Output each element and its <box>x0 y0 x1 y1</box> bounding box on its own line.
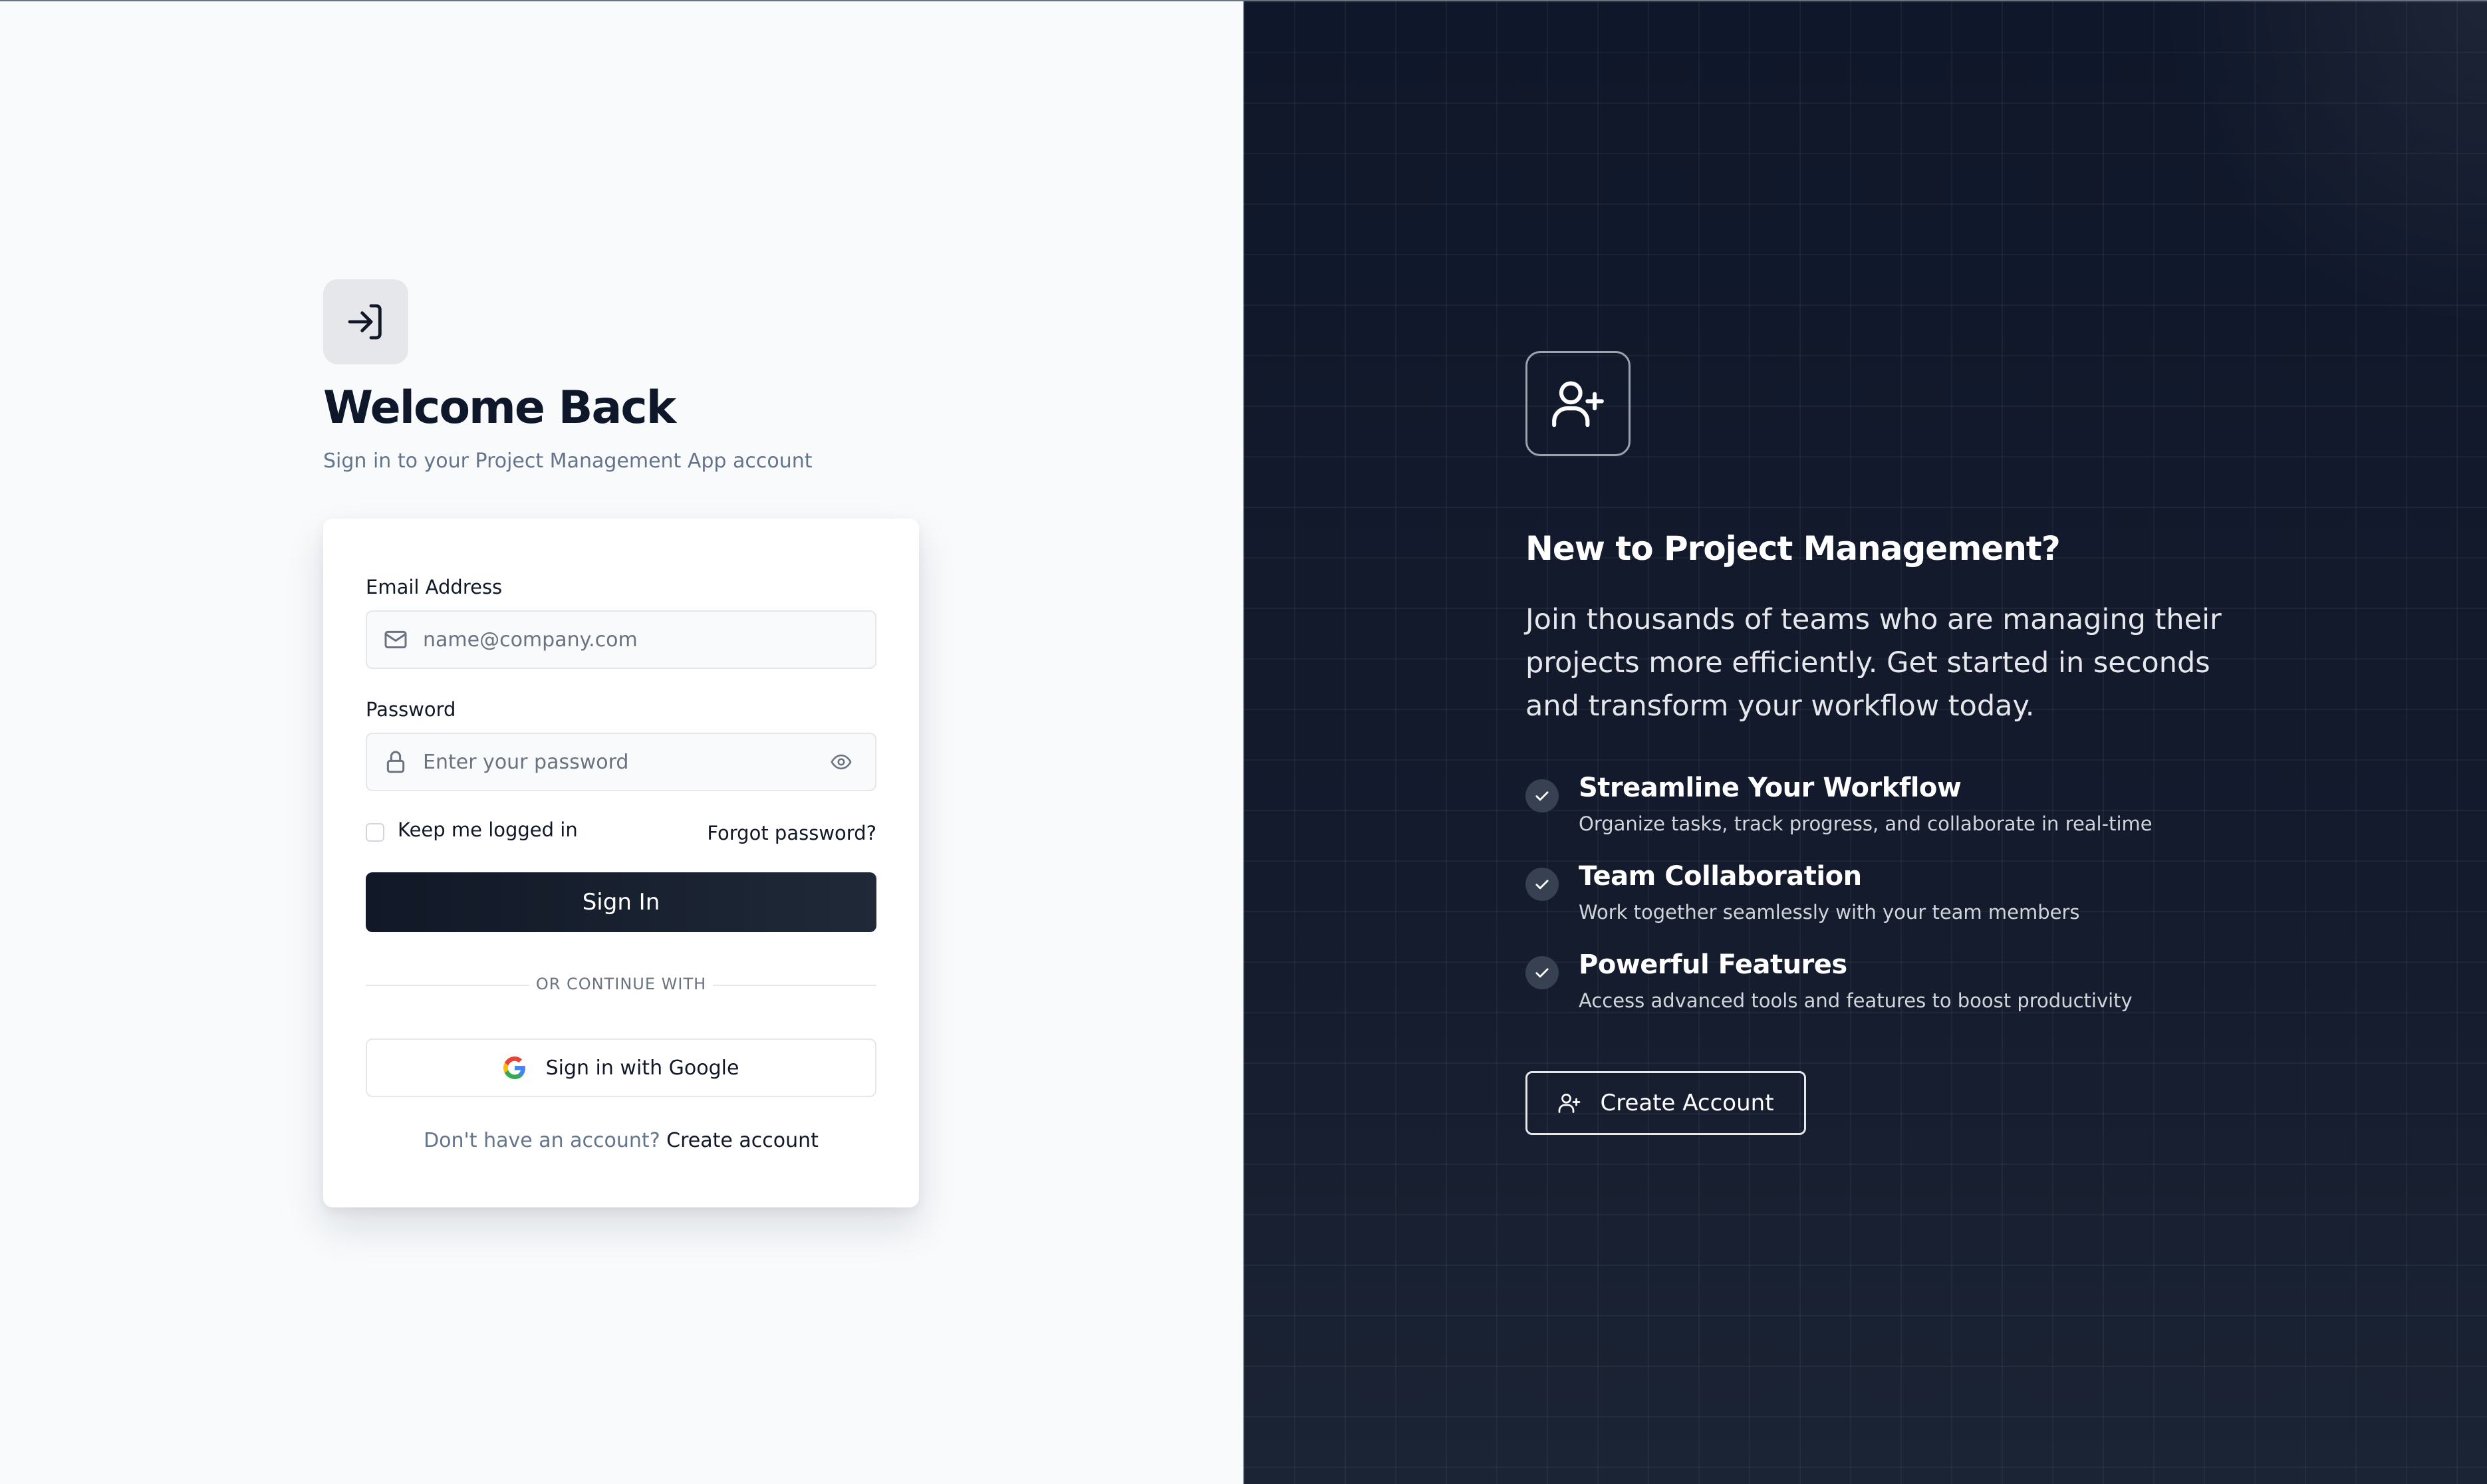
password-label: Password <box>366 698 456 721</box>
check-icon <box>1525 779 1559 812</box>
login-pane: Welcome Back Sign in to your Project Man… <box>0 1 1244 1484</box>
page-title: Welcome Back <box>323 382 676 434</box>
feature-title: Streamline Your Workflow <box>1579 773 1962 803</box>
password-field[interactable] <box>366 733 876 791</box>
check-icon <box>1525 868 1559 901</box>
feature-title: Team Collaboration <box>1579 861 1862 892</box>
check-icon <box>1525 956 1559 989</box>
promo-icon-box <box>1525 351 1631 456</box>
email-field[interactable] <box>366 610 876 669</box>
password-input[interactable] <box>422 733 827 791</box>
feature-title: Powerful Features <box>1579 949 1847 980</box>
create-account-button[interactable]: Create Account <box>1525 1071 1806 1135</box>
remember-checkbox[interactable] <box>366 823 384 842</box>
google-button-label: Sign in with Google <box>545 1056 739 1080</box>
email-input[interactable] <box>422 611 875 668</box>
user-plus-icon <box>1559 1093 1581 1113</box>
create-account-link[interactable]: Create account <box>666 1129 819 1152</box>
user-plus-icon <box>1552 381 1604 428</box>
login-logo <box>323 279 408 364</box>
promo-description: Join thousands of teams who are managing… <box>1525 603 2222 723</box>
divider-line-right <box>713 985 876 986</box>
forgot-password-link[interactable]: Forgot password? <box>707 822 876 844</box>
mail-icon <box>382 626 410 654</box>
sign-in-button[interactable]: Sign In <box>366 872 876 932</box>
lock-icon <box>382 748 410 776</box>
login-card: Email Address Password <box>323 519 919 1207</box>
divider-text: OR CONTINUE WITH <box>535 975 707 993</box>
login-arrow-icon <box>348 304 382 340</box>
google-sign-in-button[interactable]: Sign in with Google <box>366 1039 876 1097</box>
feature-description: Access advanced tools and features to bo… <box>1579 989 2133 1012</box>
email-label: Email Address <box>366 576 503 598</box>
google-icon <box>503 1056 525 1079</box>
remember-me[interactable]: Keep me logged in <box>366 818 578 842</box>
eye-icon[interactable] <box>827 748 855 776</box>
promo-title: New to Project Management? <box>1525 529 2061 568</box>
page-subtitle: Sign in to your Project Management App a… <box>323 449 813 473</box>
feature-description: Work together seamlessly with your team … <box>1579 901 2080 924</box>
signup-prompt: Don't have an account? Create account <box>323 1129 919 1152</box>
remember-label: Keep me logged in <box>398 818 578 841</box>
feature-description: Organize tasks, track progress, and coll… <box>1579 812 2153 835</box>
divider: OR CONTINUE WITH <box>366 975 876 995</box>
promo-pane <box>1244 1 2487 1484</box>
signup-prompt-text: Don't have an account? <box>424 1129 660 1152</box>
create-account-label: Create Account <box>1600 1090 1774 1116</box>
